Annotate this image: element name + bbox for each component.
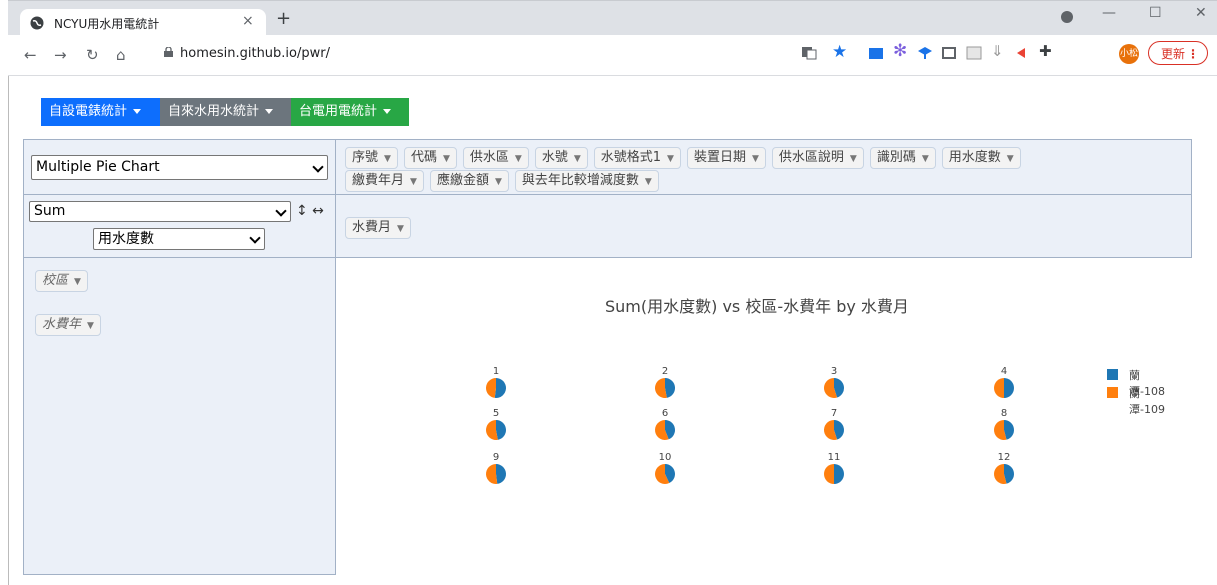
pie-label: 4 — [1001, 366, 1007, 377]
pie-label: 6 — [662, 408, 668, 419]
legend-label: 蘭潭-109 — [1129, 387, 1165, 416]
legend-swatch — [1107, 387, 1118, 398]
pie-label: 7 — [831, 408, 837, 419]
pie-label: 1 — [493, 366, 499, 377]
pie-label: 9 — [493, 452, 499, 463]
pie-label: 3 — [831, 366, 837, 377]
legend-swatch — [1107, 369, 1118, 380]
pie-slice[interactable] — [994, 378, 1004, 398]
pie-chart-grid: 1 2 3 45 6 7 89 10 11 12 — [485, 366, 1014, 485]
pie-slice[interactable] — [834, 464, 844, 484]
pie-slice[interactable] — [486, 464, 498, 484]
pie-label: 11 — [828, 452, 841, 463]
pie-label: 2 — [662, 366, 668, 377]
pie-label: 8 — [1001, 408, 1007, 419]
pie-slice[interactable] — [665, 378, 676, 398]
pie-slice[interactable] — [496, 464, 507, 484]
pie-label: 5 — [493, 408, 499, 419]
pie-slice[interactable] — [494, 378, 506, 398]
pie-slice[interactable] — [496, 420, 507, 440]
pie-slice[interactable] — [1004, 378, 1014, 398]
pie-label: 10 — [659, 452, 672, 463]
pie-slice[interactable] — [824, 464, 834, 484]
pie-label: 12 — [998, 452, 1011, 463]
pie-slice[interactable] — [485, 378, 496, 398]
